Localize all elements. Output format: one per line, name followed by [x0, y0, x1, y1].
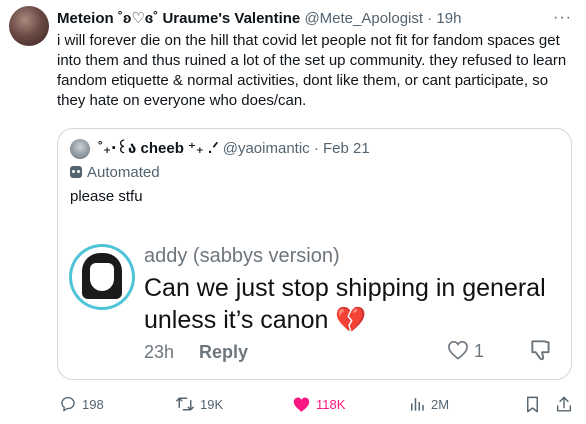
- reply-author-name: addy (sabbys version): [144, 245, 340, 267]
- reply-count: 198: [82, 396, 104, 412]
- tweet-header: Meteion ˚ʚ♡ɞ˚ Uraume's Valentine @Mete_A…: [57, 9, 574, 29]
- reply-avatar: [69, 244, 135, 310]
- reply-like: 1: [447, 340, 484, 362]
- heart-filled-icon: [293, 397, 310, 412]
- reply-icon: [61, 396, 75, 412]
- automated-text: Automated: [87, 164, 160, 181]
- share-icon: [556, 396, 572, 412]
- repost-icon: [176, 397, 194, 411]
- views-button[interactable]: 2M: [408, 394, 449, 414]
- author-handle[interactable]: @Mete_Apologist: [304, 10, 423, 27]
- reply-time: 23h: [144, 342, 175, 362]
- author-display-name[interactable]: Meteion ˚ʚ♡ɞ˚ Uraume's Valentine: [57, 10, 300, 27]
- like-count: 118K: [316, 396, 346, 412]
- more-options-icon[interactable]: ···: [553, 9, 572, 27]
- quoted-tweet[interactable]: ˚₊‧꒰ა cheeb ⁺₊ .ᐟ @yaoimantic · Feb 21 A…: [57, 128, 572, 380]
- bookmark-icon: [527, 396, 538, 412]
- separator: ·: [427, 10, 433, 27]
- views-icon: [411, 398, 424, 411]
- quoted-image[interactable]: addy (sabbys version) Can we just stop s…: [58, 229, 571, 379]
- heart-outline-icon: [448, 340, 468, 360]
- views-count: 2M: [431, 396, 450, 412]
- reply-label: Reply: [199, 342, 249, 362]
- reply-like-count: 1: [474, 341, 485, 361]
- bookmark-button[interactable]: [524, 394, 541, 414]
- reply-button[interactable]: 198: [59, 394, 104, 414]
- tweet-action-bar: 198 19K 118K 2M: [57, 394, 577, 416]
- automated-label: Automated: [70, 163, 160, 183]
- quote-header: ˚₊‧꒰ა cheeb ⁺₊ .ᐟ @yaoimantic · Feb 21: [70, 139, 370, 160]
- quote-author-avatar[interactable]: [70, 139, 90, 160]
- repost-button[interactable]: 19K: [175, 394, 223, 414]
- tweet-text: i will forever die on the hill that covi…: [57, 32, 567, 109]
- quote-handle[interactable]: @yaoimantic: [223, 140, 310, 157]
- share-button[interactable]: [555, 394, 573, 414]
- quote-separator: ·: [313, 140, 319, 157]
- quote-display-name[interactable]: ˚₊‧꒰ა cheeb ⁺₊ .ᐟ: [98, 140, 218, 157]
- like-button[interactable]: 118K: [292, 394, 345, 414]
- quote-text: please stfu: [70, 188, 143, 205]
- quote-date[interactable]: Feb 21: [323, 140, 370, 157]
- repost-count: 19K: [200, 396, 224, 412]
- reply-text: Can we just stop shipping in general unl…: [144, 274, 546, 334]
- tweet-timestamp[interactable]: 19h: [436, 10, 461, 27]
- robot-icon: [70, 166, 82, 179]
- thumbs-down-icon: [528, 337, 554, 368]
- author-avatar[interactable]: [9, 6, 49, 46]
